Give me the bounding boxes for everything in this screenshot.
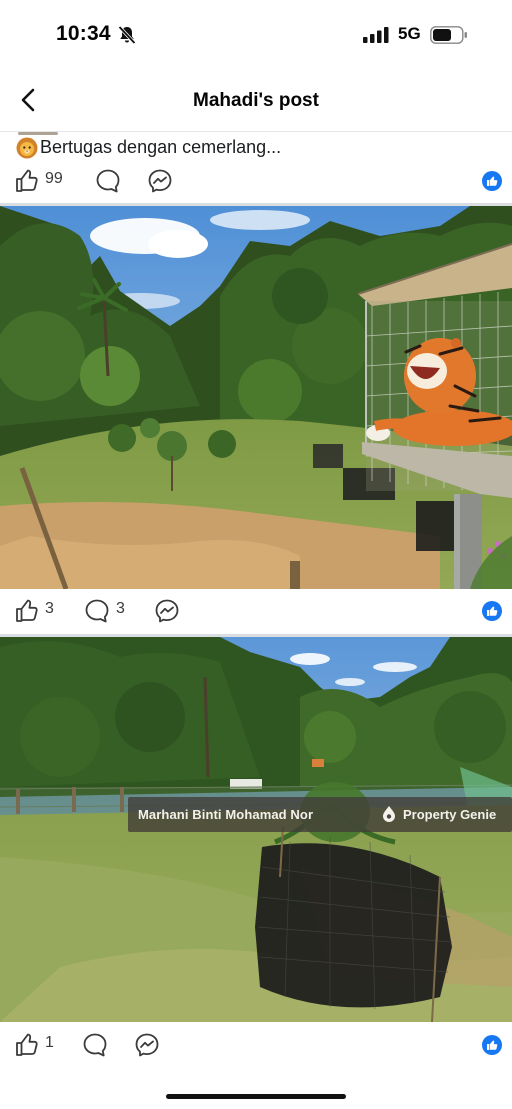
- location-drop-icon: [383, 806, 395, 822]
- comment-icon[interactable]: [84, 598, 110, 624]
- like-count: 99: [45, 170, 63, 187]
- post-photo-1[interactable]: [0, 206, 512, 589]
- like-count: 3: [45, 600, 54, 617]
- messenger-icon[interactable]: [134, 1032, 160, 1058]
- like-badge-icon: [482, 601, 502, 621]
- comment-icon[interactable]: [95, 168, 121, 194]
- post-actions-1: 99: [0, 160, 512, 202]
- comment-count: 3: [116, 600, 125, 617]
- comment-icon[interactable]: [82, 1032, 108, 1058]
- cropped-text-fragment: [18, 132, 58, 135]
- lion-emoji-icon: [16, 137, 38, 159]
- signal-icon: [363, 27, 389, 43]
- like-badge-icon: [482, 1035, 502, 1055]
- photo-watermark: Marhani Binti Mohamad Nor Property Genie: [128, 797, 512, 832]
- home-indicator[interactable]: [166, 1094, 346, 1099]
- like-icon[interactable]: [14, 168, 40, 194]
- bell-slash-icon: [118, 25, 136, 45]
- caption-text: Bertugas dengan cemerlang...: [40, 137, 282, 157]
- like-badge-icon: [482, 171, 502, 191]
- nav-bar: Mahadi's post: [0, 70, 512, 132]
- messenger-icon[interactable]: [147, 168, 173, 194]
- like-icon[interactable]: [14, 1032, 40, 1058]
- watermark-brand: Property Genie: [403, 807, 497, 822]
- status-time: 10:34: [56, 22, 111, 45]
- like-count: 1: [45, 1034, 54, 1051]
- watermark-name: Marhani Binti Mohamad Nor: [138, 807, 314, 822]
- like-icon[interactable]: [14, 598, 40, 624]
- post-actions-3: 1: [0, 1024, 512, 1066]
- battery-icon: [430, 26, 467, 44]
- post-actions-2: 3 3: [0, 590, 512, 632]
- messenger-icon[interactable]: [154, 598, 180, 624]
- page-title: Mahadi's post: [193, 90, 319, 111]
- network-label: 5G: [398, 24, 421, 43]
- status-bar: 10:34 5G: [0, 0, 512, 70]
